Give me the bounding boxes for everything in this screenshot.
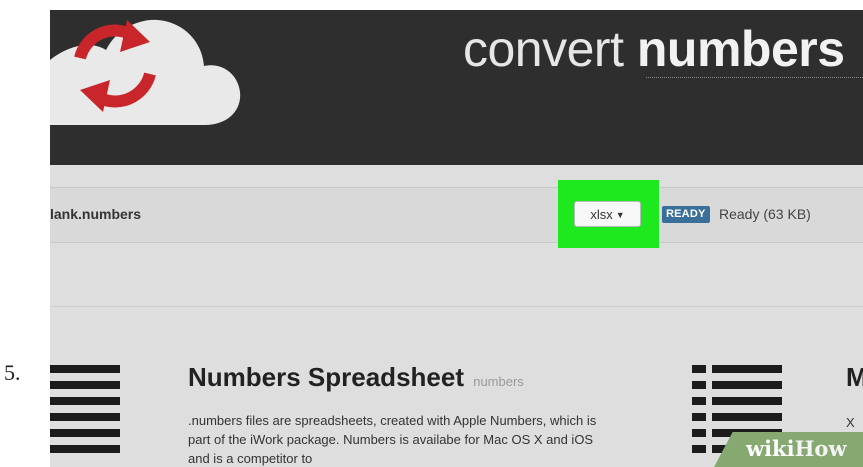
spreadsheet-title-text: Numbers Spreadsheet xyxy=(188,362,464,392)
spreadsheet-description: .numbers files are spreadsheets, created… xyxy=(188,413,597,466)
status-badge: READY xyxy=(662,206,710,223)
file-name: lank.numbers xyxy=(50,206,142,222)
watermark-text: wikiHow xyxy=(746,436,847,461)
site-title-light: convert xyxy=(463,21,637,77)
site-header: convert numbers xyxy=(50,10,863,165)
step-number: 5. xyxy=(4,360,21,385)
format-select[interactable]: xlsx ▼ xyxy=(574,201,641,227)
site-title-bold: numbers xyxy=(636,21,845,77)
refresh-cloud-icon[interactable] xyxy=(50,10,250,140)
spreadsheet-title: Numbers Spreadsheet numbers xyxy=(188,362,524,393)
caret-down-icon: ▼ xyxy=(615,210,625,220)
site-title: convert numbers xyxy=(463,20,845,78)
watermark-wiki: wiki xyxy=(746,436,795,461)
document-lines-icon xyxy=(50,365,120,467)
wikihow-watermark: wikiHow xyxy=(708,428,863,467)
format-select-value: xlsx xyxy=(590,207,613,222)
spreadsheet-extension: numbers xyxy=(473,374,524,389)
title-underline xyxy=(646,77,863,78)
watermark-how: How xyxy=(794,436,847,461)
section-divider xyxy=(50,306,863,307)
right-card-title: M xyxy=(846,362,863,392)
screenshot-frame: convert numbers lank.numbers xlsx ▼ READY… xyxy=(50,10,863,467)
status-text: Ready (63 KB) xyxy=(719,206,811,222)
